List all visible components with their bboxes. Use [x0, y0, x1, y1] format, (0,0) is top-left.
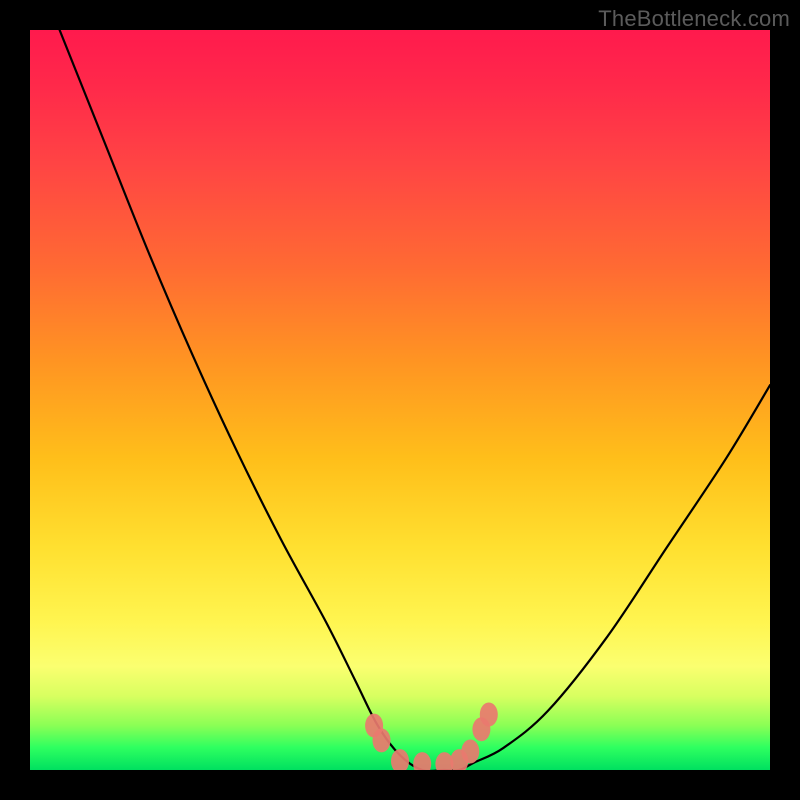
- valley-marker: [480, 703, 498, 727]
- curve-layer: [30, 30, 770, 770]
- watermark-text: TheBottleneck.com: [598, 6, 790, 32]
- valley-marker: [472, 717, 490, 741]
- valley-marker: [365, 714, 383, 738]
- bottleneck-curve: [60, 30, 770, 770]
- valley-marker: [435, 752, 453, 770]
- valley-markers: [365, 703, 498, 771]
- valley-marker: [373, 728, 391, 752]
- valley-marker: [461, 740, 479, 764]
- valley-marker: [450, 749, 468, 770]
- chart-stage: TheBottleneck.com: [0, 0, 800, 800]
- valley-marker: [391, 749, 409, 770]
- plot-area: [30, 30, 770, 770]
- valley-marker: [413, 752, 431, 770]
